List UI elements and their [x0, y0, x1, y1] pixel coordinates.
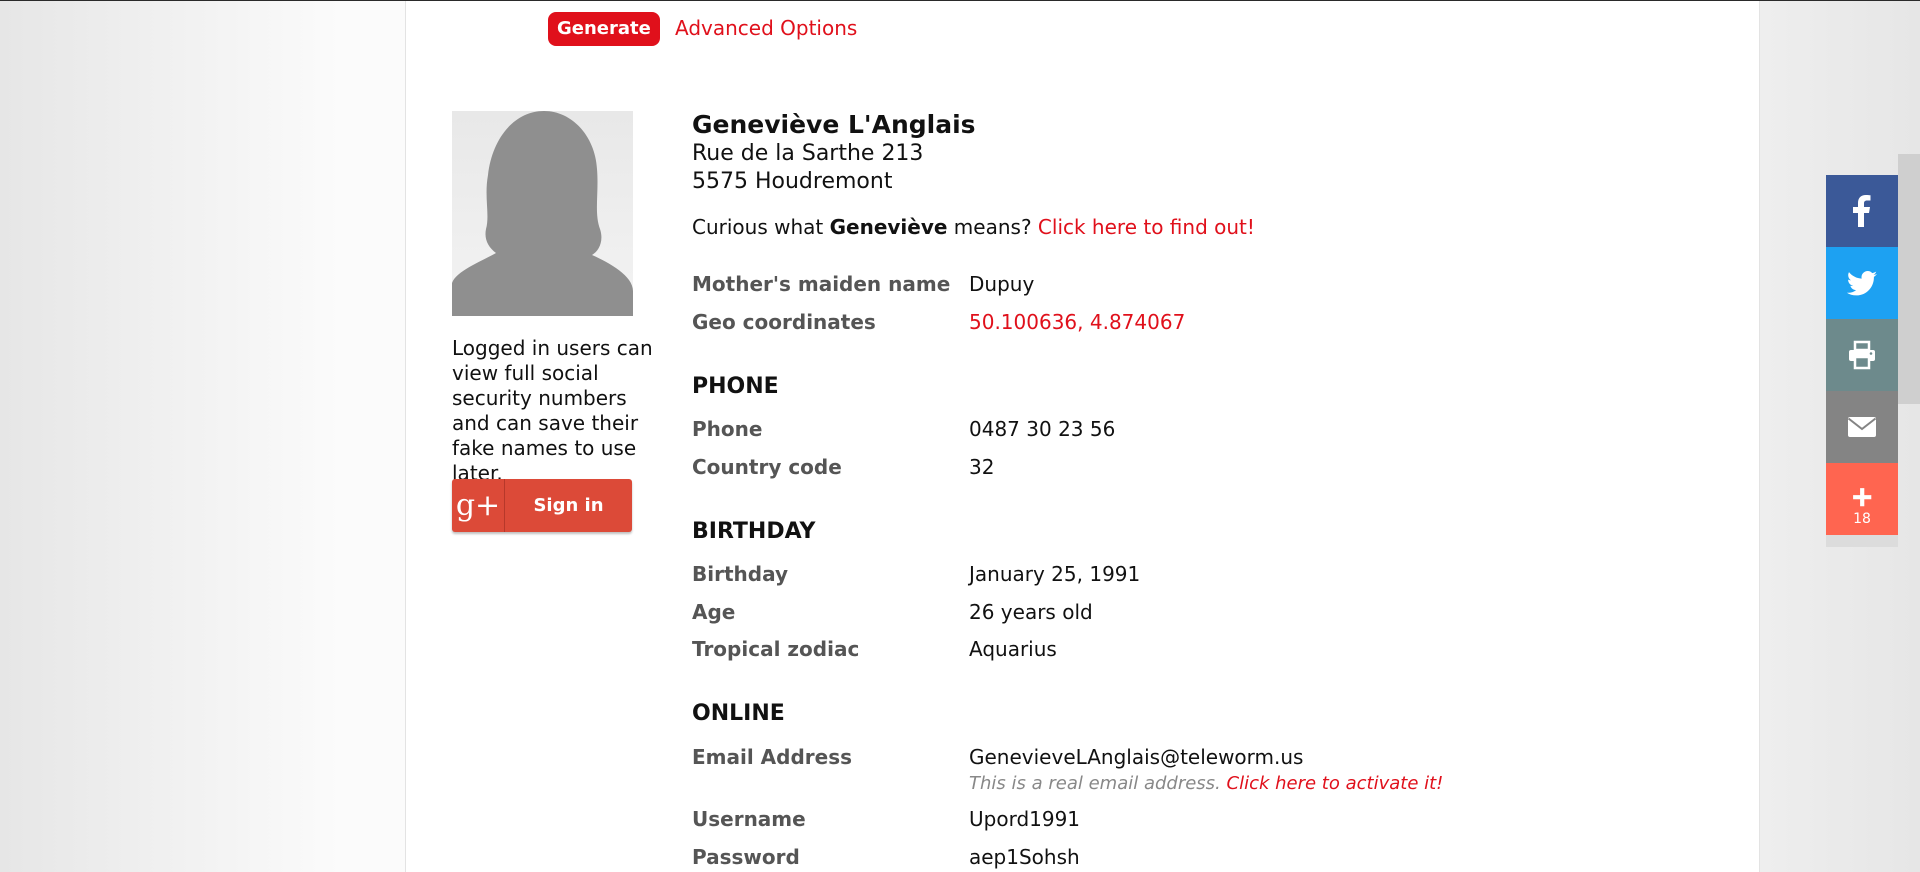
curious-prefix: Curious what	[692, 215, 830, 239]
twitter-icon	[1846, 271, 1877, 296]
facebook-icon	[1853, 195, 1871, 227]
country-code-value: 32	[969, 455, 995, 479]
email-label: Email Address	[692, 745, 853, 769]
twitter-share-button[interactable]	[1826, 247, 1898, 319]
share-bar: 18	[1826, 175, 1898, 547]
age-label: Age	[692, 600, 736, 624]
address-city: 5575 Houdremont	[692, 169, 893, 194]
more-share-button[interactable]: 18	[1826, 463, 1898, 535]
avatar	[452, 111, 633, 316]
geo-coordinates-link[interactable]: 50.100636, 4.874067	[969, 308, 1185, 336]
online-heading: ONLINE	[692, 701, 785, 726]
country-code-label: Country code	[692, 455, 842, 479]
birthday-value: January 25, 1991	[969, 562, 1141, 586]
phone-label: Phone	[692, 417, 763, 441]
share-bar-shadow	[1826, 535, 1898, 547]
email-value: GenevieveLAnglais@teleworm.us	[969, 745, 1304, 769]
activate-email-link[interactable]: Click here to activate it!	[1227, 773, 1444, 794]
share-count: 18	[1853, 511, 1871, 527]
name-meaning-line: Curious what Geneviève means? Click here…	[692, 213, 1255, 241]
login-note: Logged in users can view full social sec…	[452, 336, 653, 485]
birthday-heading: BIRTHDAY	[692, 519, 816, 544]
generate-button[interactable]: Generate	[548, 12, 660, 46]
zodiac-label: Tropical zodiac	[692, 637, 860, 661]
username-label: Username	[692, 807, 806, 831]
print-button[interactable]	[1826, 319, 1898, 391]
curious-suffix: means?	[947, 215, 1038, 239]
print-icon	[1849, 340, 1875, 370]
name-meaning-link[interactable]: Click here to find out!	[1038, 215, 1255, 239]
birthday-label: Birthday	[692, 562, 788, 586]
zodiac-value: Aquarius	[969, 637, 1057, 661]
signin-label: Sign in	[533, 495, 604, 516]
google-signin-button[interactable]: g+ Sign in	[452, 479, 632, 532]
google-plus-icon: g+	[452, 479, 505, 532]
password-value: aep1Sohsh	[969, 845, 1080, 869]
phone-value: 0487 30 23 56	[969, 417, 1116, 441]
phone-heading: PHONE	[692, 374, 779, 399]
silhouette-icon	[452, 111, 633, 316]
email-share-button[interactable]	[1826, 391, 1898, 463]
email-note: This is a real email address. Click here…	[969, 771, 1443, 797]
advanced-options-link[interactable]: Advanced Options	[675, 14, 857, 42]
email-note-text: This is a real email address.	[969, 773, 1227, 794]
person-name: Geneviève L'Anglais	[692, 110, 976, 139]
mail-icon	[1847, 417, 1877, 437]
scrollbar-thumb[interactable]	[1898, 154, 1920, 404]
age-value: 26 years old	[969, 600, 1093, 624]
username-value: Upord1991	[969, 807, 1081, 831]
maiden-name-label: Mother's maiden name	[692, 272, 951, 296]
first-name: Geneviève	[829, 215, 948, 239]
geo-label: Geo coordinates	[692, 310, 876, 334]
facebook-share-button[interactable]	[1826, 175, 1898, 247]
password-label: Password	[692, 845, 800, 869]
address-street: Rue de la Sarthe 213	[692, 141, 924, 166]
maiden-name-value: Dupuy	[969, 272, 1035, 296]
